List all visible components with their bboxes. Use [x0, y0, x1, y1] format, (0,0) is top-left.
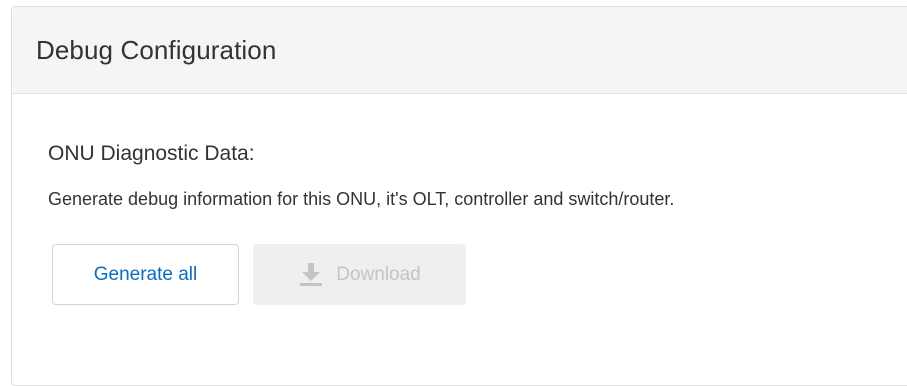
download-label: Download — [336, 263, 421, 285]
debug-configuration-panel: Debug Configuration ONU Diagnostic Data:… — [11, 6, 907, 386]
generate-all-button[interactable]: Generate all — [52, 244, 239, 305]
download-button[interactable]: Download — [253, 244, 466, 305]
panel-header: Debug Configuration — [12, 7, 907, 94]
section-title: ONU Diagnostic Data: — [48, 142, 255, 165]
download-icon — [298, 262, 324, 287]
generate-all-label: Generate all — [93, 263, 198, 285]
panel-title: Debug Configuration — [36, 34, 277, 65]
section-description: Generate debug information for this ONU,… — [48, 189, 675, 209]
